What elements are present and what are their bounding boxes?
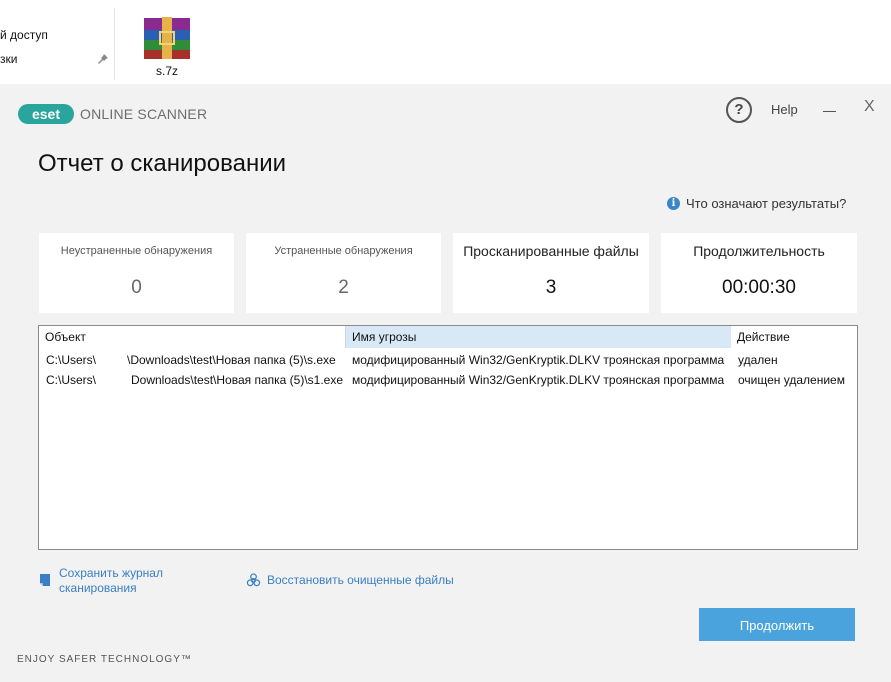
table-header: Объект Имя угрозы Действие (39, 326, 857, 348)
results-table[interactable]: Объект Имя угрозы Действие C:\Users\ \Do… (38, 325, 858, 550)
action-cell: очищен удалением (738, 373, 845, 387)
stat-card-resolved: Устраненные обнаружения 2 (246, 233, 441, 313)
table-row[interactable]: C:\Users\ \Downloads\test\Новая папка (5… (39, 350, 857, 370)
restore-files-link[interactable]: Восстановить очищенные файлы (267, 573, 454, 588)
object-path-cell: \Downloads\test\Новая папка (5)\s.exe (127, 353, 336, 367)
threat-cell: модифицированный Win32/GenKryptik.DLKV т… (352, 373, 725, 387)
minimize-button[interactable] (823, 111, 836, 112)
stat-card-unresolved: Неустраненные обнаружения 0 (39, 233, 234, 313)
what-results-mean-label[interactable]: Что означают результаты? (686, 196, 846, 211)
save-log-line1[interactable]: Сохранить журнал (59, 566, 163, 581)
object-user-cell: C:\Users\ (46, 373, 97, 387)
biohazard-icon[interactable] (246, 573, 261, 588)
winrar-archive-icon[interactable] (142, 16, 192, 60)
tagline: ENJOY SAFER TECHNOLOGY™ (17, 654, 192, 665)
eset-online-scanner-window: eset ONLINE SCANNER ? Help X Отчет о ска… (0, 84, 891, 682)
archive-file-label[interactable]: s.7z (142, 64, 192, 78)
stat-card-scanned-files: Просканированные файлы 3 (453, 233, 649, 313)
downloads-item[interactable]: зки (0, 52, 17, 66)
table-row[interactable]: C:\Users\ Downloads\test\Новая папка (5)… (39, 370, 857, 390)
eset-logo: eset (18, 104, 74, 124)
stat-card-duration: Продолжительность 00:00:30 (661, 233, 857, 313)
stat-value: 0 (131, 277, 142, 298)
save-document-icon[interactable] (39, 573, 51, 587)
column-header-action[interactable]: Действие (731, 326, 857, 348)
product-name: ONLINE SCANNER (80, 106, 208, 122)
page-title: Отчет о сканировании (38, 150, 287, 177)
pin-icon[interactable] (97, 53, 109, 65)
stat-label: Устраненные обнаружения (274, 245, 413, 257)
save-log-line2[interactable]: сканирования (59, 581, 163, 596)
threat-cell: модифицированный Win32/GenKryptik.DLKV т… (352, 353, 725, 367)
column-header-threat[interactable]: Имя угрозы (345, 326, 731, 348)
stat-label: Неустраненные обнаружения (60, 245, 213, 257)
stat-label: Просканированные файлы (463, 243, 639, 259)
column-header-object[interactable]: Объект (39, 326, 345, 348)
object-path-cell: Downloads\test\Новая папка (5)\s1.exe (131, 373, 343, 387)
stat-value: 2 (338, 277, 349, 298)
save-log-link[interactable]: Сохранить журнал сканирования (59, 566, 163, 596)
eset-logo-text: eset (32, 106, 60, 122)
continue-button[interactable]: Продолжить (699, 608, 855, 641)
info-icon: i (667, 197, 680, 210)
action-cell: удален (738, 353, 778, 367)
object-user-cell: C:\Users\ (46, 353, 97, 367)
what-results-mean-link[interactable]: i Что означают результаты? (667, 196, 846, 211)
help-button[interactable]: Help (771, 102, 798, 117)
help-icon[interactable]: ? (726, 97, 752, 123)
close-button[interactable]: X (864, 98, 875, 116)
explorer-background: й доступ зки s.7z (0, 0, 891, 85)
stat-value: 00:00:30 (722, 277, 796, 298)
explorer-divider (114, 8, 115, 80)
stat-value: 3 (545, 277, 557, 298)
stat-label: Продолжительность (693, 243, 825, 259)
quick-access-item[interactable]: й доступ (0, 28, 48, 42)
